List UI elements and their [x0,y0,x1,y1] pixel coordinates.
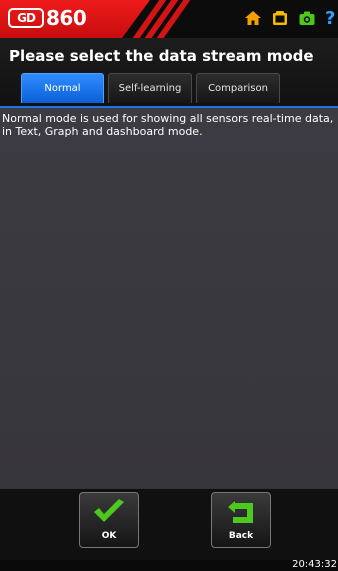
camera-icon[interactable] [297,7,317,29]
tab-self-learning[interactable]: Self-learning [108,73,192,103]
mode-description: Normal mode is used for showing all sens… [2,112,334,138]
tab-comparison[interactable]: Comparison [196,73,280,103]
page-header: Please select the data stream mode Norma… [0,38,338,106]
system-clock: 20:43:32 [292,559,337,570]
back-arrow-icon [225,499,257,529]
folder-icon[interactable] [270,7,290,29]
ok-button[interactable]: OK [79,492,139,548]
top-header-bar: GD 860 ? [0,0,338,38]
ok-button-label: OK [101,531,117,541]
status-bar: 20:43:32 [0,559,338,571]
logo-badge: GD [8,8,44,28]
page-title: Please select the data stream mode [9,47,314,65]
app-logo: GD 860 [8,6,87,30]
checkmark-icon [91,499,127,529]
bottom-action-bar: OK Back [0,488,338,560]
svg-text:?: ? [325,8,335,28]
help-icon[interactable]: ? [324,7,338,29]
home-icon[interactable] [243,7,263,29]
mode-description-panel: Normal mode is used for showing all sens… [0,108,338,488]
back-button[interactable]: Back [211,492,271,548]
logo-model-number: 860 [46,6,87,30]
tab-normal[interactable]: Normal [21,73,104,103]
mode-tabs: Normal Self-learning Comparison [21,73,284,103]
header-toolbar: ? [236,7,338,29]
back-button-label: Back [228,531,254,541]
